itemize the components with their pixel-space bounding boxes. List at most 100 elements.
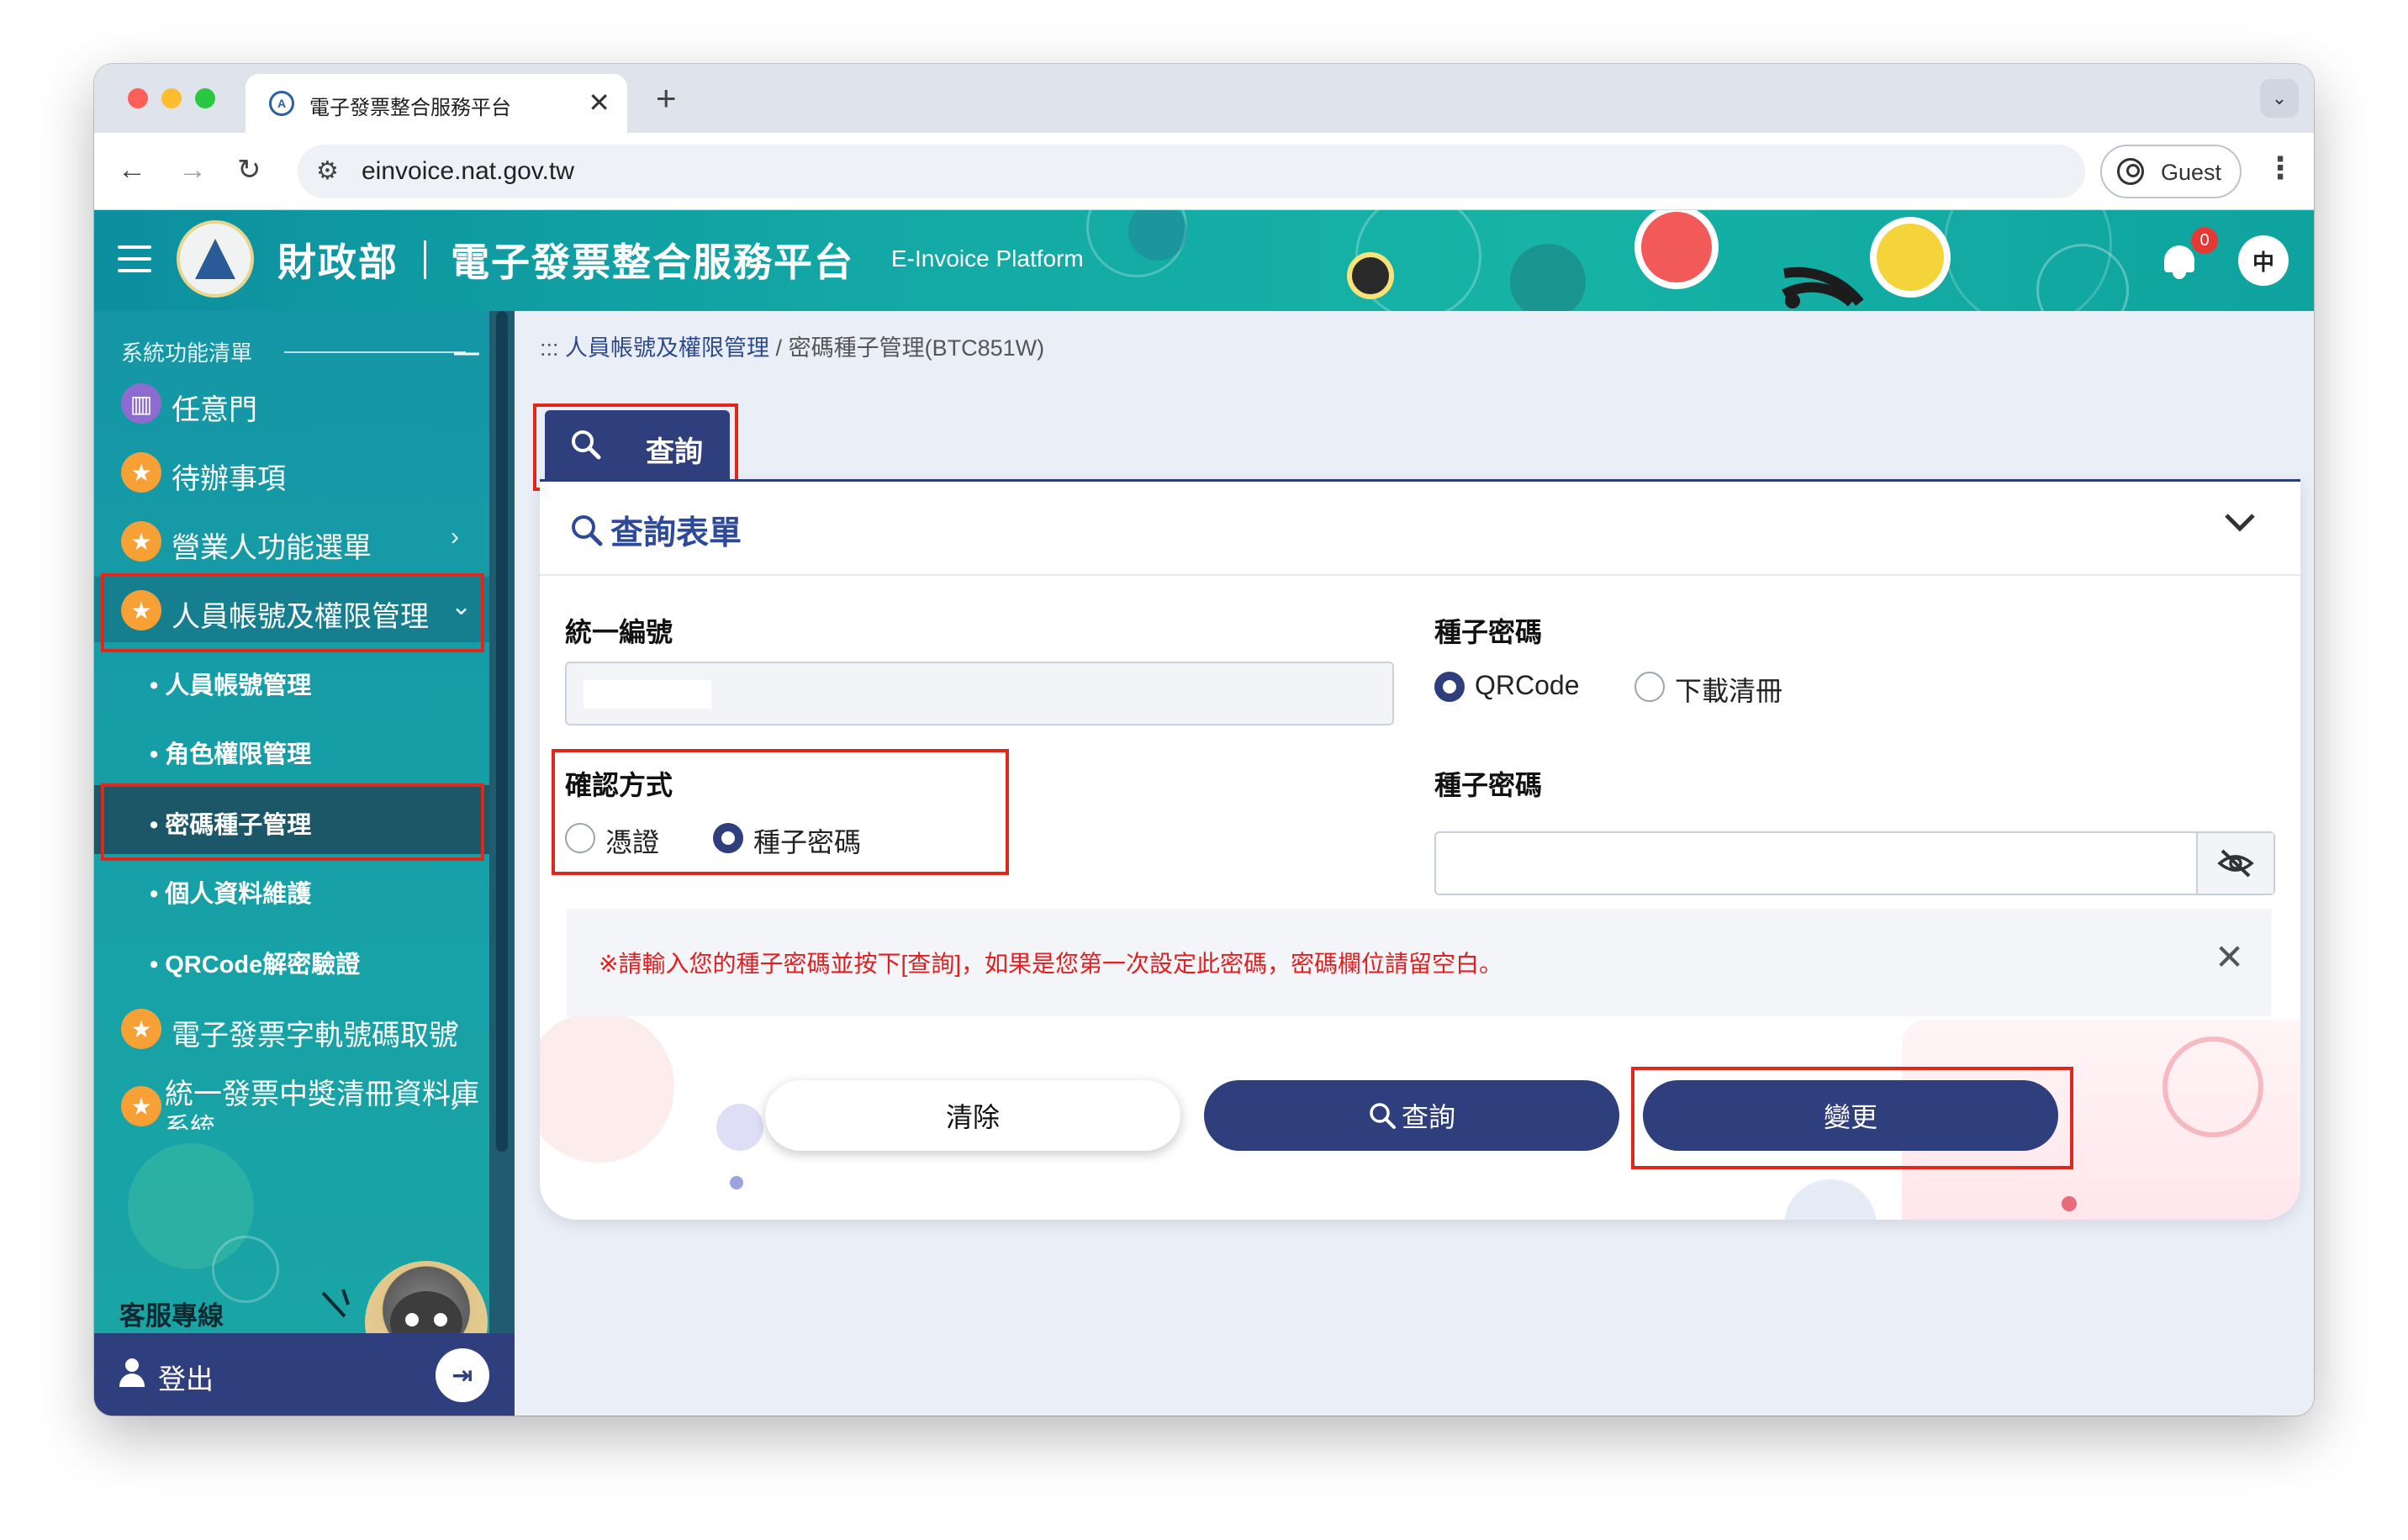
seed-password-input[interactable] — [1434, 831, 2275, 895]
query-button[interactable]: 查詢 — [1204, 1080, 1619, 1151]
sidebar-item-invoice-track[interactable]: ★ 電子發票字軌號碼取號 › — [94, 995, 489, 1061]
sidebar-heading-line — [284, 351, 466, 353]
clear-button[interactable]: 清除 — [765, 1080, 1180, 1151]
forward-arrow-icon[interactable]: → — [178, 153, 207, 187]
query-form-card: 查詢表單 統一編號 種子密碼 QRCode 下載清冊 確認方式 憑證 種子密碼 … — [540, 482, 2300, 1220]
sidebar-item-business-menu[interactable]: ★ 營業人功能選單 › — [94, 508, 489, 573]
site-info-icon[interactable]: ⚙ — [316, 156, 339, 187]
sidebar-subitem-account-management[interactable]: • 人員帳號管理 — [94, 646, 489, 715]
profile-button[interactable]: Guest — [2100, 145, 2242, 198]
reload-icon[interactable]: ↻ — [237, 153, 261, 187]
profile-icon — [2117, 158, 2144, 185]
query-button-label: 查詢 — [1401, 1102, 1455, 1132]
hamburger-menu-icon[interactable] — [118, 245, 151, 272]
form-decoration — [730, 1176, 743, 1189]
sidebar-item-todo[interactable]: ★ 待辦事項 — [94, 439, 489, 504]
header-decoration — [1510, 244, 1586, 311]
sidebar-item-label: 任意門 — [172, 394, 257, 426]
seed-type-qrcode-label[interactable]: QRCode — [1475, 670, 1580, 701]
url-text[interactable]: einvoice.nat.gov.tw — [362, 156, 574, 187]
browser-window: A 電子發票整合服務平台 ✕ + ⌄ ← → ↻ ⚙ einvoice.nat.… — [94, 64, 2314, 1416]
form-illustration-magnifier — [2162, 1036, 2263, 1137]
tab-title: 電子發票整合服務平台 — [309, 96, 511, 119]
sidebar-item-winning-list-db[interactable]: ★ 統一發票中獎清冊資料庫 系統 › — [94, 1064, 489, 1145]
logout-icon[interactable]: ⇥ — [436, 1348, 489, 1402]
sidebar-heading: 系統功能清單 — [121, 340, 253, 366]
main-content: ::: 人員帳號及權限管理 / 密碼種子管理(BTC851W) 查詢 查詢表單 … — [515, 311, 2314, 1416]
alert-text: ※請輸入您的種子密碼並按下[查詢]，如果是您第一次設定此密碼，密碼欄位請留空白。 — [599, 951, 1503, 977]
breadcrumb-prefix: ::: — [540, 335, 559, 361]
sidebar-scrollbar-thumb[interactable] — [496, 311, 508, 1152]
coin-icon — [1870, 217, 1951, 298]
tab-close-icon[interactable]: ✕ — [588, 86, 610, 119]
breadcrumb-current: 密碼種子管理(BTC851W) — [788, 335, 1045, 361]
star-icon: ★ — [121, 452, 161, 493]
toggle-password-visibility-button[interactable] — [2196, 833, 2273, 894]
map-icon: ▥ — [121, 383, 161, 424]
form-decoration — [540, 1011, 674, 1163]
logout-bar[interactable]: 登出 ⇥ — [94, 1333, 515, 1416]
form-decoration — [2062, 1196, 2077, 1211]
seed-type-download-radio[interactable] — [1634, 672, 1665, 702]
highlight-box — [101, 783, 484, 861]
info-alert: ※請輸入您的種子密碼並按下[查詢]，如果是您第一次設定此密碼，密碼欄位請留空白。… — [567, 909, 2272, 1016]
form-title: 查詢表單 — [610, 515, 742, 551]
address-bar[interactable]: ⚙ einvoice.nat.gov.tw — [298, 145, 2085, 198]
header-divider — [424, 240, 426, 279]
sidebar-item-label: 待辦事項 — [172, 463, 286, 495]
hotline-label: 客服專線 — [119, 1301, 224, 1331]
chevron-down-icon[interactable] — [2221, 504, 2258, 541]
browser-toolbar: ← → ↻ ⚙ einvoice.nat.gov.tw Guest ⋮ — [94, 133, 2314, 210]
form-decoration — [716, 1104, 763, 1151]
platform-title: 電子發票整合服務平台 — [451, 240, 854, 284]
ministry-name: 財政部 — [277, 240, 399, 284]
language-button[interactable]: 中 — [2238, 235, 2289, 286]
star-icon: ★ — [121, 1009, 161, 1049]
breadcrumb: ::: 人員帳號及權限管理 / 密碼種子管理(BTC851W) — [540, 330, 1044, 362]
browser-tab[interactable]: A 電子發票整合服務平台 ✕ — [246, 74, 627, 133]
highlight-box — [552, 749, 1009, 875]
tax-id-value — [584, 680, 711, 709]
search-icon — [1370, 1103, 1396, 1129]
chevron-right-icon: › — [451, 523, 459, 551]
star-icon: ★ — [121, 1086, 161, 1126]
coin-icon — [1347, 252, 1394, 299]
tax-id-label: 統一編號 — [565, 617, 673, 647]
sidebar-subitem-label: • 個人資料維護 — [150, 881, 312, 908]
tab-search-chevron-icon[interactable]: ⌄ — [2260, 79, 2299, 118]
sidebar-subitem-qrcode-verify[interactable]: • QRCode解密驗證 — [94, 925, 489, 994]
maximize-window-button[interactable] — [195, 88, 215, 108]
chevron-right-icon: › — [451, 1010, 459, 1038]
alert-close-icon[interactable]: ✕ — [2215, 937, 2244, 978]
site-header: 財政部 電子發票整合服務平台 E-Invoice Platform 0 中 — [94, 210, 2314, 311]
tab-strip: A 電子發票整合服務平台 ✕ + ⌄ — [94, 64, 2314, 133]
star-icon: ★ — [121, 521, 161, 562]
back-arrow-icon[interactable]: ← — [118, 153, 146, 187]
sidebar-subitem-profile[interactable]: • 個人資料維護 — [94, 854, 489, 923]
logout-label: 登出 — [158, 1363, 214, 1395]
sidebar-decoration — [212, 1236, 279, 1303]
tag-icon — [1634, 210, 1719, 289]
eye-slash-icon — [2217, 849, 2254, 878]
new-tab-button[interactable]: + — [656, 77, 677, 119]
breadcrumb-separator: / — [775, 335, 783, 361]
sidebar-item-label: 營業人功能選單 — [172, 532, 372, 564]
chevron-right-icon: › — [451, 1089, 459, 1117]
sidebar-subitem-label: • QRCode解密驗證 — [150, 952, 361, 978]
close-window-button[interactable] — [128, 88, 148, 108]
site-favicon-icon: A — [269, 91, 294, 116]
minimize-window-button[interactable] — [161, 88, 182, 108]
wifi-signal-icon — [1782, 266, 1864, 309]
seed-type-qrcode-radio[interactable] — [1434, 672, 1465, 702]
tax-id-input[interactable] — [565, 662, 1394, 725]
seed-type-download-label[interactable]: 下載清冊 — [1675, 670, 1782, 709]
breadcrumb-parent-link[interactable]: 人員帳號及權限管理 — [565, 335, 769, 361]
sidebar-collapse-button[interactable]: — — [454, 340, 479, 366]
form-header: 查詢表單 — [540, 482, 2300, 576]
browser-menu-icon[interactable]: ⋮ — [2265, 150, 2295, 187]
sidebar-subitem-role-permission[interactable]: • 角色權限管理 — [94, 715, 489, 783]
ministry-logo — [177, 220, 254, 298]
sidebar-item-label: 電子發票字軌號碼取號 — [172, 1020, 457, 1052]
sidebar-item-anywhere-door[interactable]: ▥ 任意門 — [94, 370, 489, 435]
sidebar: 系統功能清單 — ▥ 任意門 ★ 待辦事項 ★ 營業人功能選單 › ★ 人員帳號… — [94, 311, 515, 1416]
